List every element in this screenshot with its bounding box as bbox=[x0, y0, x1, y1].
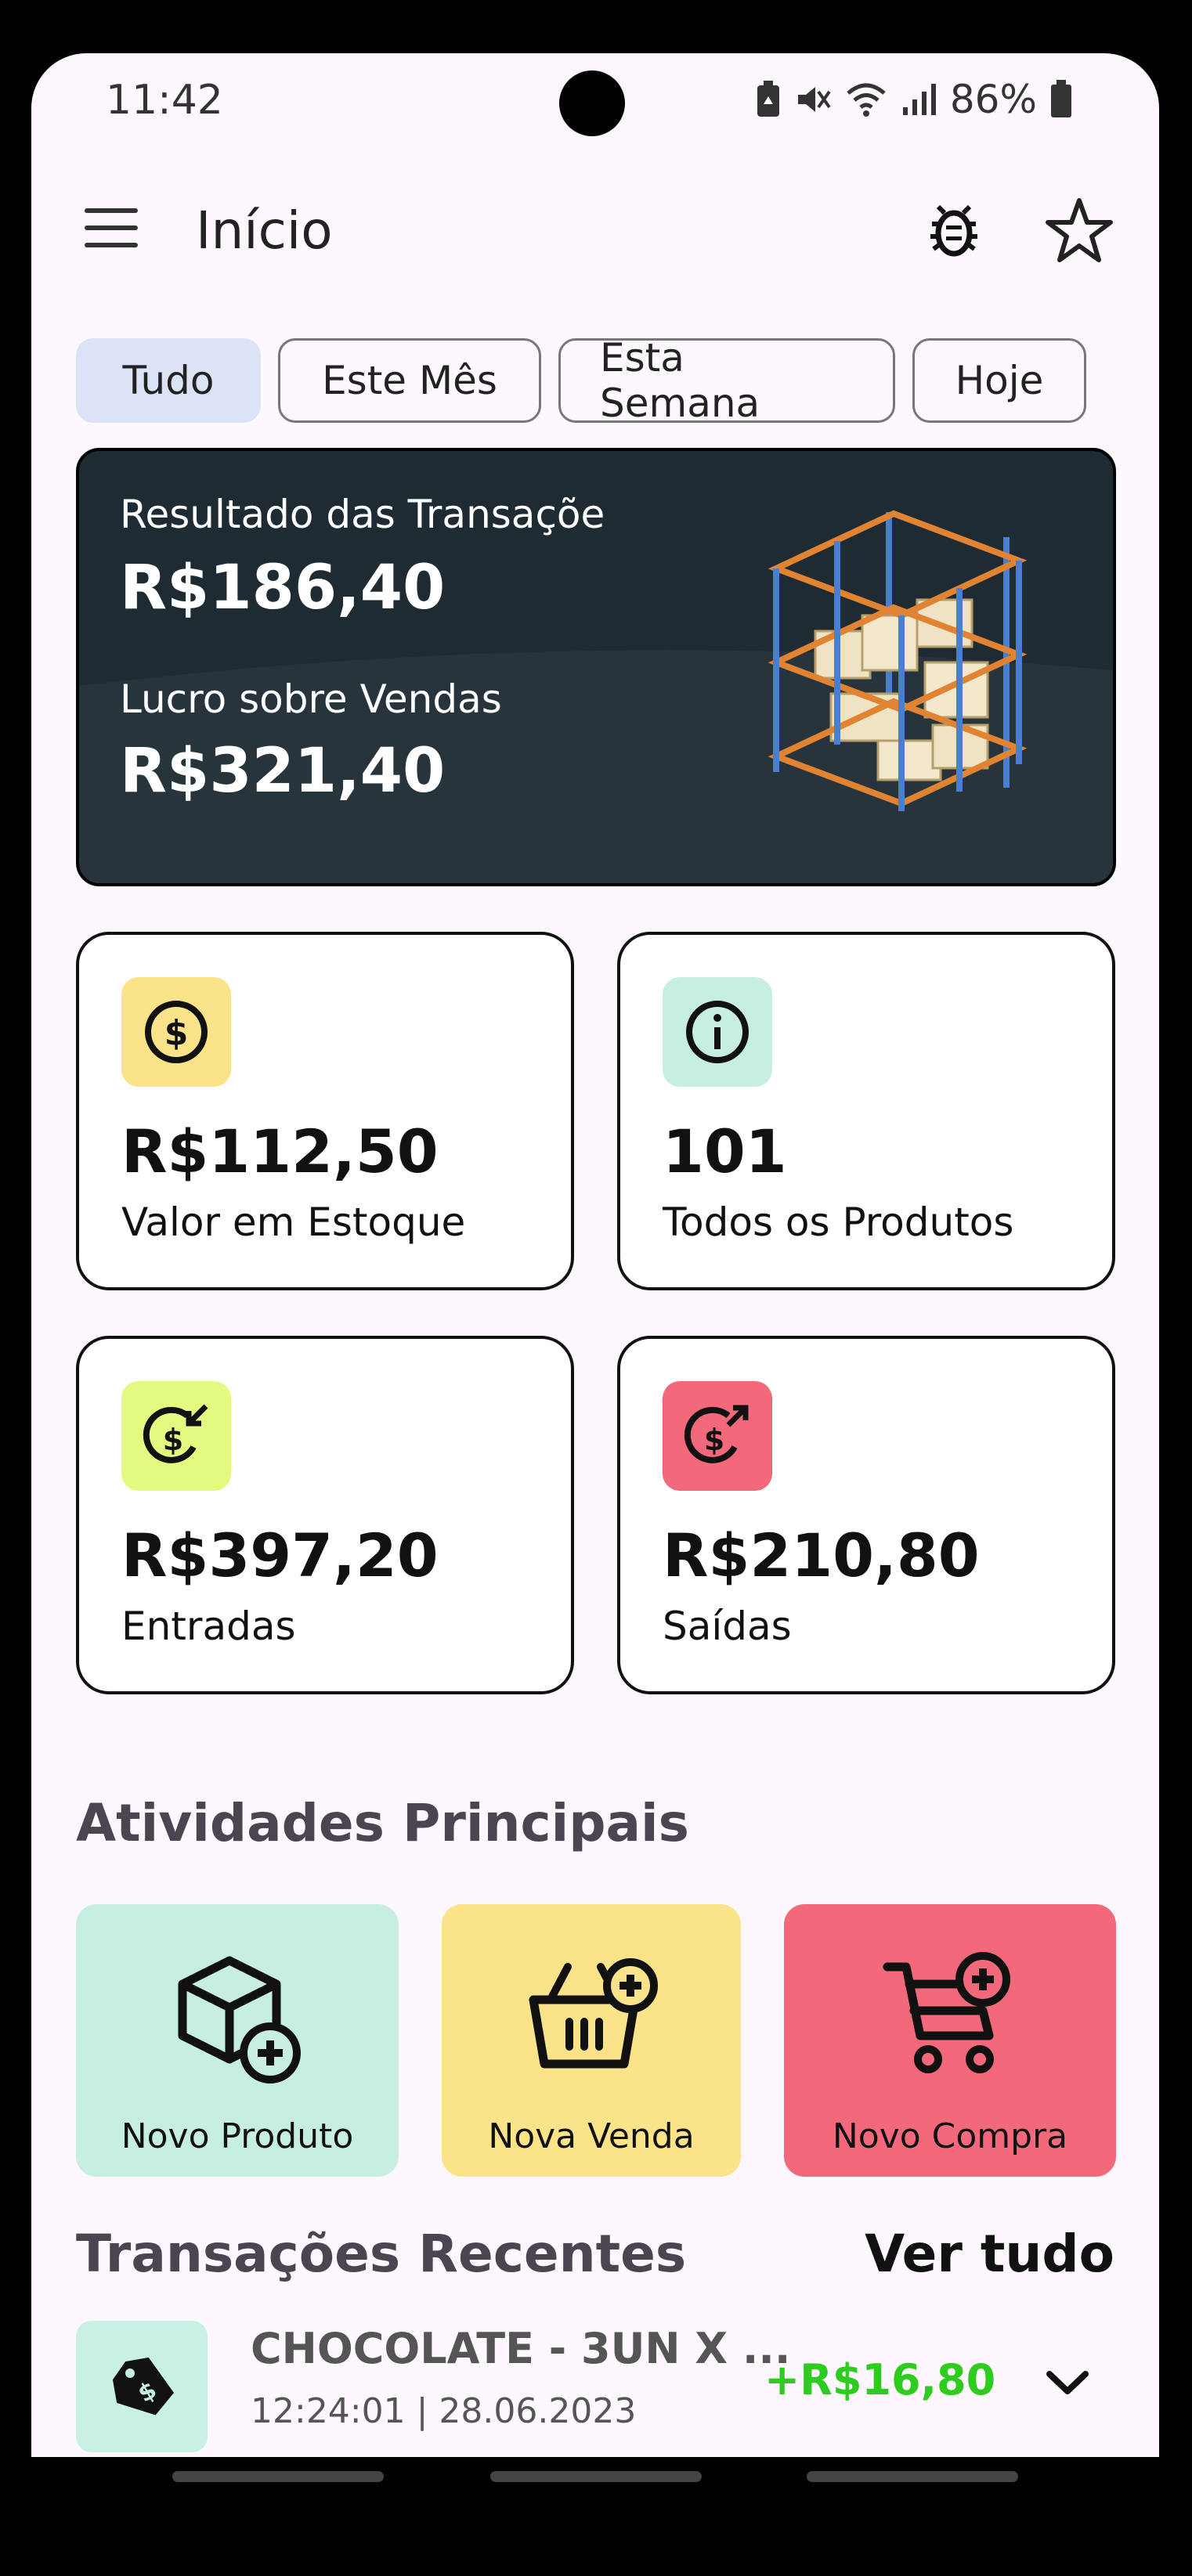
summary-card: Resultado das Transaçõe R$186,40 Lucro s… bbox=[76, 448, 1116, 886]
recent-apps-button[interactable] bbox=[172, 2471, 384, 2482]
battery-icon bbox=[1051, 80, 1071, 117]
menu-icon[interactable] bbox=[78, 194, 149, 265]
wifi-icon bbox=[847, 83, 886, 117]
filter-chip-this-week[interactable]: Esta Semana bbox=[558, 335, 895, 426]
back-button[interactable] bbox=[807, 2471, 1018, 2482]
stat-value: R$112,50 bbox=[121, 1117, 439, 1186]
status-icons: 86% bbox=[754, 77, 1073, 122]
new-purchase-button[interactable]: Novo Compra bbox=[784, 1904, 1116, 2177]
filter-chip-today[interactable]: Hoje bbox=[912, 338, 1086, 423]
transaction-date: 12:24:01 | 28.06.2023 bbox=[251, 2391, 637, 2431]
star-icon[interactable] bbox=[1042, 193, 1117, 268]
svg-text:$: $ bbox=[704, 1423, 724, 1457]
result-value: R$186,40 bbox=[120, 553, 446, 623]
chevron-down-icon[interactable] bbox=[1040, 2355, 1095, 2410]
stat-label: Valor em Estoque bbox=[121, 1200, 466, 1245]
recent-transactions-title: Transações Recentes bbox=[76, 2224, 687, 2284]
box-plus-icon bbox=[178, 1956, 301, 2084]
profit-label: Lucro sobre Vendas bbox=[120, 676, 502, 722]
transaction-title[interactable]: CHOCOLATE - 3UN X ... bbox=[251, 2324, 790, 2373]
stat-value: R$210,80 bbox=[663, 1521, 980, 1590]
signal-icon bbox=[902, 84, 936, 115]
period-filter: Tudo Este Mês Esta Semana Hoje bbox=[76, 335, 1086, 426]
battery-percent: 86% bbox=[949, 77, 1037, 122]
stock-value-card[interactable]: $ R$112,50 Valor em Estoque bbox=[76, 932, 574, 1290]
filter-chip-this-month[interactable]: Este Mês bbox=[278, 338, 541, 423]
dollar-icon: $ bbox=[121, 977, 231, 1087]
money-in-icon: $ bbox=[121, 1381, 231, 1491]
stat-label: Saídas bbox=[663, 1604, 792, 1649]
new-sale-button[interactable]: Nova Venda bbox=[442, 1904, 741, 2177]
money-out-icon: $ bbox=[663, 1381, 772, 1491]
filter-chip-all[interactable]: Tudo bbox=[76, 338, 261, 423]
basket-plus-icon bbox=[529, 1958, 658, 2069]
transaction-amount: +R$16,80 bbox=[764, 2355, 996, 2405]
action-label: Novo Produto bbox=[121, 2116, 354, 2156]
new-product-button[interactable]: Novo Produto bbox=[76, 1904, 399, 2177]
svg-text:$: $ bbox=[164, 1013, 189, 1053]
status-time: 11:42 bbox=[106, 77, 223, 124]
system-navigation-bar bbox=[31, 2457, 1159, 2504]
result-label: Resultado das Transaçõe bbox=[120, 492, 605, 537]
money-in-card[interactable]: $ R$397,20 Entradas bbox=[76, 1336, 574, 1694]
cart-plus-icon bbox=[883, 1952, 1010, 2073]
money-out-card[interactable]: $ R$210,80 Saídas bbox=[617, 1336, 1115, 1694]
battery-saver-icon bbox=[757, 81, 779, 117]
see-all-link[interactable]: Ver tudo bbox=[865, 2224, 1114, 2284]
mute-icon bbox=[797, 87, 831, 112]
warehouse-shelf-icon bbox=[768, 510, 1027, 811]
stat-value: R$397,20 bbox=[121, 1521, 439, 1590]
all-products-card[interactable]: 101 Todos os Produtos bbox=[617, 932, 1115, 1290]
camera-cutout bbox=[559, 70, 625, 136]
svg-text:$: $ bbox=[163, 1423, 183, 1457]
home-button[interactable] bbox=[490, 2471, 702, 2482]
activities-title: Atividades Principais bbox=[76, 1793, 689, 1853]
stat-label: Todos os Produtos bbox=[663, 1200, 1014, 1245]
app-screen: 11:42 86% Início Tudo Este Mês Esta Sema… bbox=[31, 53, 1159, 2457]
profit-value: R$321,40 bbox=[120, 736, 446, 806]
action-label: Nova Venda bbox=[488, 2116, 695, 2156]
stat-label: Entradas bbox=[121, 1604, 296, 1649]
action-label: Novo Compra bbox=[832, 2116, 1068, 2156]
stat-value: 101 bbox=[663, 1117, 787, 1186]
info-icon bbox=[663, 977, 772, 1087]
price-tag-icon: $ bbox=[76, 2321, 208, 2452]
page-title: Início bbox=[196, 200, 333, 261]
bug-icon[interactable] bbox=[916, 193, 992, 268]
